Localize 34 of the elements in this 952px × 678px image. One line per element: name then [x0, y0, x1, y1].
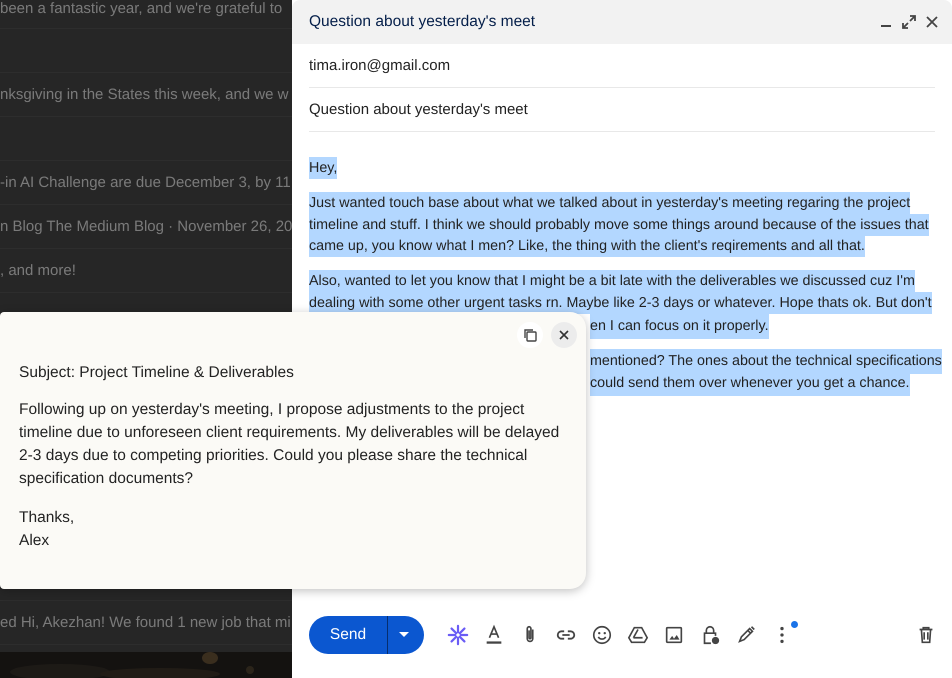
caret-icon: [399, 632, 409, 638]
email-snippet: been a fantastic year, and we're grateful to: [0, 0, 282, 17]
closing-text: Thanks,: [19, 508, 76, 528]
recipient-field[interactable]: tima.iron@gmail.com: [309, 44, 935, 88]
body-text: Hey,: [309, 157, 338, 179]
close-icon[interactable]: [924, 14, 940, 30]
image-icon[interactable]: [663, 624, 685, 646]
window-title: Question about yesterday's meet: [309, 13, 536, 31]
close-button[interactable]: [551, 322, 577, 348]
email-snippet: n Blog The Medium Blog · November 26, 20: [0, 218, 292, 235]
email-snippet: nksgiving in the States this week, and we w: [0, 86, 288, 103]
body-text: Also, wanted to let you know that I might be a bit late with the deliverables we discussed cuz I'm: [309, 270, 915, 292]
body-text: timeline and stuff. I think we should probably move some things around because of the issues that: [309, 214, 929, 236]
sparkle-icon[interactable]: [447, 624, 469, 646]
pen-icon[interactable]: [735, 624, 757, 646]
close-icon: [558, 329, 570, 341]
email-snippet: , and more!: [0, 262, 76, 279]
send-options-button[interactable]: [388, 616, 424, 654]
subject-field[interactable]: Question about yesterday's meet: [309, 88, 935, 132]
suggested-paragraph: Following up on yesterday's meeting, I propose adjustments to the project timeline due to unforeseen client requirements. My deliverables will be delayed 2-3 days due to competing priorities. Could you please share the technical specification documents?: [19, 400, 560, 489]
drive-icon[interactable]: [627, 624, 649, 646]
send-button[interactable]: Send: [309, 616, 388, 654]
body-text: came up, you know what I men? Like, the thing with the client's reqirements and all that.: [309, 235, 865, 257]
body-text: dealing with some other urgent tasks rn. Maybe like 2-3 days or whatever. Hope thats ok. But don't: [309, 292, 932, 314]
body-text: en I can focus on it properly.: [590, 314, 769, 339]
email-snippet: -in AI Challenge are due December 3, by 11: [0, 174, 291, 191]
copy-icon: [522, 327, 538, 343]
email-snippet: ed Hi, Akezhan! We found 1 new job that mi: [0, 614, 291, 631]
signature-text: Alex: [19, 531, 50, 551]
body-text: Just wanted touch base about what we talked about in yesterday's meeting regaring the project: [309, 192, 910, 214]
copy-button[interactable]: [517, 322, 543, 348]
expand-icon[interactable]: [901, 14, 917, 30]
emoji-icon[interactable]: [591, 624, 613, 646]
suggested-subject: Subject: Project Timeline & Deliverables: [19, 363, 295, 383]
